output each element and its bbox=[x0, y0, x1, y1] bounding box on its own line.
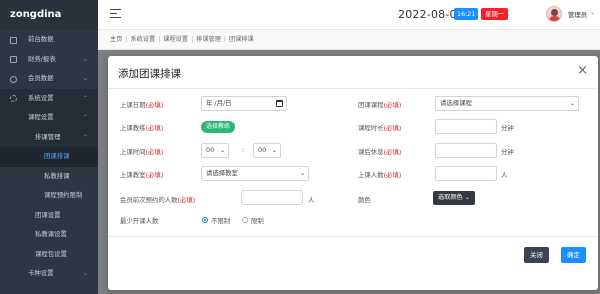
dialog-header: 添加团课排课 × bbox=[108, 56, 598, 89]
rest-label: 课后休息(必填) bbox=[358, 148, 402, 156]
dialog-footer: 关闭 确定 bbox=[108, 236, 598, 290]
chevron-down-icon: ⌄ bbox=[569, 100, 575, 107]
top-header: 2022-08-01 16:21 星期一 管理员 ⌄ bbox=[98, 0, 600, 30]
chevron-down-icon: ⌄ bbox=[82, 270, 88, 277]
confirm-button[interactable]: 确定 bbox=[561, 247, 586, 263]
unlimited-radio[interactable] bbox=[202, 217, 208, 223]
menu-toggle-icon[interactable] bbox=[110, 9, 121, 19]
course-label: 团课课程(必填) bbox=[358, 101, 402, 109]
user-icon bbox=[10, 75, 17, 83]
time-label: 上课时间(必填) bbox=[120, 148, 164, 156]
hour-select[interactable]: 00 ⌄ bbox=[201, 143, 229, 158]
dialog-title: 添加团课排课 bbox=[118, 68, 181, 80]
duration-label: 课程时长(必填) bbox=[358, 124, 402, 132]
time-separator: : bbox=[242, 146, 245, 154]
sidebar-item-card-settings[interactable]: 卡种设置 ⌄ bbox=[0, 264, 98, 284]
sidebar-item-booking-limits[interactable]: 课程预约限制 bbox=[0, 186, 98, 206]
breadcrumb-item[interactable]: 系统设置 bbox=[130, 36, 155, 43]
limited-radio[interactable] bbox=[242, 217, 248, 223]
chevron-down-icon[interactable]: ⌄ bbox=[590, 9, 595, 16]
rest-input[interactable] bbox=[435, 143, 497, 158]
min-people-label: 最少开课人数 bbox=[120, 217, 159, 225]
sidebar-item-members[interactable]: 会员数据 ⌄ bbox=[0, 69, 98, 89]
course-select[interactable]: 请选择课程 ⌄ bbox=[435, 96, 579, 111]
chevron-up-icon: ⌃ bbox=[82, 114, 88, 121]
duration-input[interactable] bbox=[435, 119, 497, 134]
sidebar-item-course-settings[interactable]: 课程设置 ⌃ bbox=[0, 108, 98, 128]
sidebar: zongdina 前台数据 财务/报表 ⌄ 会员数据 ⌄ 系统设置 ⌃ 课程设置… bbox=[0, 0, 98, 294]
capacity-input[interactable] bbox=[435, 166, 497, 181]
capacity-label: 上课人数(必填) bbox=[358, 171, 402, 179]
chevron-down-icon: ⌄ bbox=[82, 55, 88, 63]
chevron-up-icon: ⌃ bbox=[82, 94, 88, 102]
sidebar-item-private-class-settings[interactable]: 私教课设置 bbox=[0, 225, 98, 245]
chevron-down-icon: ⌄ bbox=[271, 147, 277, 154]
color-picker-button[interactable]: 选取颜色 ⌄ bbox=[433, 191, 475, 205]
brand-logo: zongdina bbox=[0, 0, 98, 30]
close-button[interactable]: 关闭 bbox=[524, 247, 549, 263]
breadcrumb: 主页 | 系统设置 | 课程设置 | 排课管理 | 团课排课 bbox=[98, 30, 600, 50]
sidebar-item-group-class-settings[interactable]: 团课设置 bbox=[0, 206, 98, 226]
chevron-down-icon: ⌄ bbox=[219, 147, 225, 154]
breadcrumb-item[interactable]: 主页 bbox=[110, 36, 122, 43]
advance-limit-input[interactable] bbox=[241, 190, 303, 205]
calendar-icon bbox=[276, 100, 283, 107]
chevron-up-icon: ⌃ bbox=[82, 133, 88, 141]
duration-unit: 分钟 bbox=[501, 124, 514, 132]
select-coach-button[interactable]: 选择教练 bbox=[201, 121, 236, 133]
room-select[interactable]: 请选择教室 ⌄ bbox=[201, 166, 309, 181]
date-label: 上课日期(必填) bbox=[120, 101, 164, 109]
chevron-down-icon: ⌄ bbox=[462, 194, 470, 201]
sidebar-item-schedule-management[interactable]: 排课管理 ⌃ bbox=[0, 127, 98, 147]
minute-select[interactable]: 00 ⌄ bbox=[253, 143, 281, 158]
sidebar-item-dashboard[interactable]: 前台数据 bbox=[0, 30, 98, 50]
breadcrumb-item[interactable]: 课程设置 bbox=[163, 36, 188, 43]
date-input[interactable]: 年 /月/日 bbox=[201, 96, 287, 111]
rest-unit: 分钟 bbox=[501, 148, 514, 156]
room-label: 上课教室(必填) bbox=[120, 171, 164, 179]
sidebar-menu: 前台数据 财务/报表 ⌄ 会员数据 ⌄ 系统设置 ⌃ 课程设置 ⌃ 排课管理 ⌃… bbox=[0, 30, 98, 284]
capacity-unit: 人 bbox=[501, 171, 508, 179]
sidebar-item-finance[interactable]: 财务/报表 ⌄ bbox=[0, 50, 98, 70]
avatar[interactable] bbox=[546, 6, 562, 22]
chevron-down-icon: ⌄ bbox=[82, 75, 88, 82]
coach-label: 上课教练(必填) bbox=[120, 124, 164, 132]
sidebar-item-system-settings[interactable]: 系统设置 ⌃ bbox=[0, 88, 98, 108]
chevron-down-icon: ⌄ bbox=[299, 170, 305, 177]
close-icon[interactable]: × bbox=[577, 64, 588, 78]
user-name[interactable]: 管理员 bbox=[568, 10, 587, 19]
time-badge: 16:21 bbox=[454, 8, 479, 20]
gear-icon bbox=[10, 95, 17, 102]
color-label: 颜色 bbox=[358, 196, 371, 204]
breadcrumb-item[interactable]: 排课管理 bbox=[196, 36, 221, 43]
weekday-badge: 星期一 bbox=[481, 8, 509, 20]
limited-radio-label[interactable]: 限制 bbox=[251, 216, 264, 225]
sidebar-item-group-class-schedule[interactable]: 团课排课 bbox=[0, 147, 98, 167]
sidebar-item-private-class-schedule[interactable]: 私教排课 bbox=[0, 167, 98, 187]
document-icon bbox=[10, 56, 17, 63]
unlimited-radio-label[interactable]: 不限制 bbox=[211, 216, 230, 225]
add-group-class-dialog: 添加团课排课 × 上课日期(必填) 年 /月/日 团课课程(必填) 请选择课程 … bbox=[108, 56, 598, 290]
sidebar-item-package-settings[interactable]: 课程包设置 bbox=[0, 245, 98, 265]
advance-limit-unit: 人 bbox=[308, 196, 315, 204]
advance-limit-label: 会员前次预约的人数(必填) bbox=[120, 196, 196, 204]
monitor-icon bbox=[10, 36, 17, 44]
breadcrumb-item: 团课排课 bbox=[229, 36, 254, 43]
